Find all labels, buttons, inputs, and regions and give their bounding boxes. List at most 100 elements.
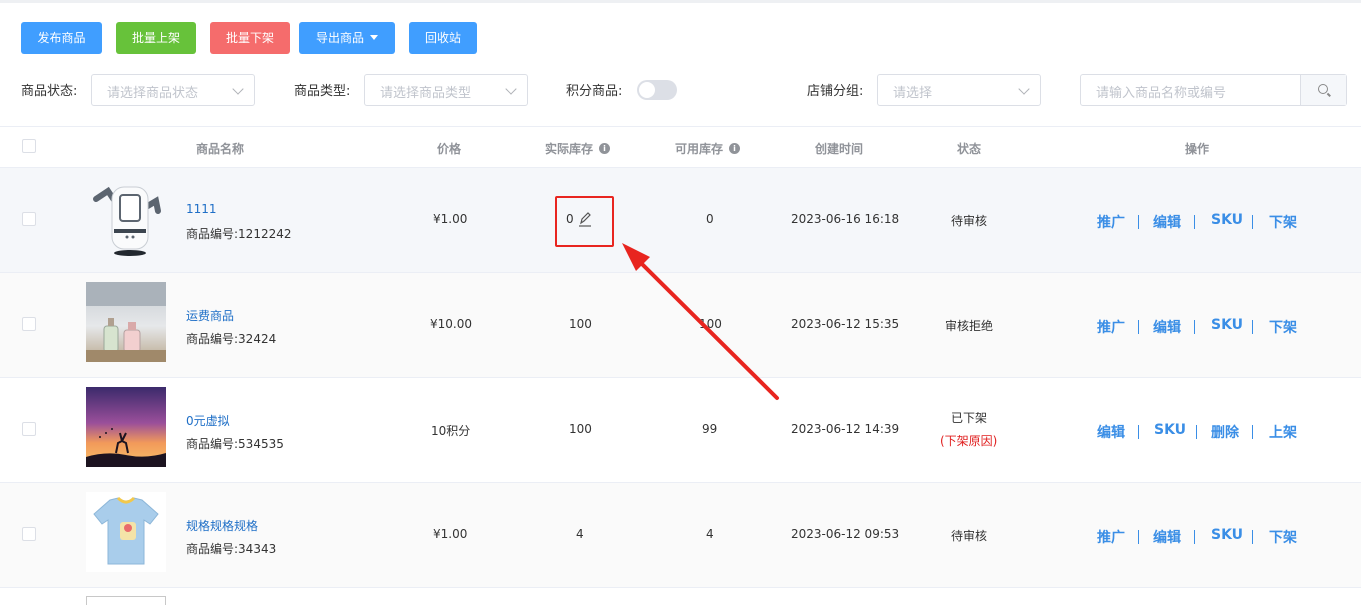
toggle-knob	[639, 82, 655, 98]
divider	[1196, 425, 1197, 439]
actual-stock-cell: 100	[569, 317, 592, 331]
group-filter-select[interactable]: 请选择	[877, 74, 1041, 106]
price-cell: ¥1.00	[433, 212, 468, 226]
header-actual-stock-label: 实际库存	[545, 142, 594, 156]
type-filter-placeholder: 请选择商品类型	[380, 86, 472, 101]
divider	[1252, 215, 1253, 229]
divider	[1194, 530, 1195, 544]
table-header: 商品名称 价格 实际库存 i 可用库存 i 创建时间 状态 操作	[0, 126, 1361, 168]
off-shelf-link[interactable]: 下架	[1269, 317, 1297, 337]
header-available-stock-label: 可用库存	[675, 142, 724, 156]
info-icon[interactable]: i	[729, 143, 741, 154]
product-image-tshirt	[86, 492, 166, 572]
created-time-cell: 2023-06-12 09:53	[791, 527, 900, 541]
product-name-link[interactable]: 运费商品	[186, 307, 234, 324]
available-stock-cell: 99	[702, 422, 718, 436]
off-shelf-link[interactable]: 下架	[1269, 212, 1297, 232]
batch-off-shelf-button[interactable]: 批量下架	[210, 22, 290, 54]
chevron-down-icon	[505, 83, 517, 95]
row-actions: 推广 编辑 SKU 下架	[1080, 317, 1320, 337]
publish-product-button[interactable]: 发布商品	[21, 22, 102, 54]
edit-link[interactable]: 编辑	[1153, 317, 1181, 337]
highlight-box	[555, 196, 614, 247]
promote-link[interactable]: 推广	[1097, 212, 1125, 232]
product-image-sunset	[86, 387, 166, 467]
divider	[1252, 425, 1253, 439]
row-actions: 推广 编辑 SKU 下架	[1080, 527, 1320, 547]
actual-stock-cell: 4	[576, 527, 584, 541]
table-row: 0元虚拟 商品编号:534535 10积分 100 99 2023-06-12 …	[0, 378, 1361, 483]
status-cell: 已下架	[951, 411, 988, 425]
edit-link[interactable]: 编辑	[1153, 212, 1181, 232]
divider	[1138, 320, 1139, 334]
table-row: 1111 商品编号:1212242 ¥1.00 0 0 2023-06-16 1…	[0, 168, 1361, 273]
points-filter-label: 积分商品:	[566, 84, 623, 99]
export-products-dropdown[interactable]: 导出商品	[299, 22, 395, 54]
price-cell: 10积分	[431, 424, 471, 438]
edit-link[interactable]: 编辑	[1097, 422, 1125, 442]
off-shelf-link[interactable]: 下架	[1269, 527, 1297, 547]
recycle-bin-button[interactable]: 回收站	[409, 22, 477, 54]
product-image-robot	[86, 177, 166, 257]
chevron-down-icon	[232, 83, 244, 95]
status-cell: 审核拒绝	[945, 319, 994, 333]
promote-link[interactable]: 推广	[1097, 317, 1125, 337]
row-checkbox[interactable]	[22, 422, 36, 436]
batch-on-shelf-button[interactable]: 批量上架	[116, 22, 196, 54]
header-available-stock: 可用库存 i	[675, 140, 741, 157]
table-row: 规格规格规格 商品编号:34343 ¥1.00 4 4 2023-06-12 0…	[0, 483, 1361, 588]
product-image-placeholder	[86, 596, 166, 605]
header-name: 商品名称	[196, 142, 245, 156]
header-actual-stock: 实际库存 i	[545, 140, 611, 157]
product-name-link[interactable]: 1111	[186, 202, 217, 216]
row-checkbox[interactable]	[22, 212, 36, 226]
type-filter-label: 商品类型:	[294, 84, 351, 99]
group-filter-placeholder: 请选择	[893, 86, 933, 101]
on-shelf-link[interactable]: 上架	[1269, 422, 1297, 442]
product-search: 请输入商品名称或编号	[1080, 74, 1347, 106]
edit-link[interactable]: 编辑	[1153, 527, 1181, 547]
divider	[1252, 320, 1253, 334]
price-cell: ¥1.00	[433, 527, 468, 541]
status-cell: 待审核	[951, 529, 988, 543]
select-all-checkbox[interactable]	[22, 139, 36, 153]
search-icon	[1318, 84, 1328, 94]
header-status: 状态	[957, 142, 982, 156]
sku-link[interactable]: SKU	[1154, 422, 1186, 438]
product-code: 商品编号:32424	[186, 332, 277, 346]
caret-down-icon	[370, 35, 378, 40]
promote-link[interactable]: 推广	[1097, 527, 1125, 547]
chevron-down-icon	[1018, 83, 1030, 95]
search-button[interactable]	[1300, 75, 1346, 105]
group-filter-label: 店铺分组:	[807, 84, 864, 99]
type-filter-select[interactable]: 请选择商品类型	[364, 74, 528, 106]
row-checkbox[interactable]	[22, 317, 36, 331]
sku-link[interactable]: SKU	[1211, 527, 1243, 543]
created-time-cell: 2023-06-12 14:39	[791, 422, 900, 436]
points-product-toggle[interactable]	[637, 80, 677, 100]
status-filter-select[interactable]: 请选择商品状态	[91, 74, 255, 106]
available-stock-cell: 4	[706, 527, 714, 541]
created-time-cell: 2023-06-16 16:18	[791, 212, 900, 226]
price-cell: ¥10.00	[430, 317, 472, 331]
search-input[interactable]: 请输入商品名称或编号	[1096, 82, 1226, 101]
status-cell: 待审核	[951, 214, 988, 228]
divider	[1194, 215, 1195, 229]
off-shelf-reason-link[interactable]: (下架原因)	[940, 432, 997, 449]
sku-link[interactable]: SKU	[1211, 317, 1243, 333]
available-stock-cell: 0	[706, 212, 714, 226]
delete-link[interactable]: 删除	[1211, 422, 1239, 442]
product-code: 商品编号:534535	[186, 437, 284, 451]
header-created: 创建时间	[815, 142, 864, 156]
row-checkbox[interactable]	[22, 527, 36, 541]
row-actions: 推广 编辑 SKU 下架	[1080, 212, 1320, 232]
divider	[1138, 530, 1139, 544]
product-image-perfume	[86, 282, 166, 362]
available-stock-cell: 100	[699, 317, 722, 331]
info-icon[interactable]: i	[599, 143, 611, 154]
product-name-link[interactable]: 0元虚拟	[186, 412, 230, 429]
table-row: 运费商品 商品编号:32424 ¥10.00 100 100 2023-06-1…	[0, 273, 1361, 378]
product-code: 商品编号:34343	[186, 542, 277, 556]
product-name-link[interactable]: 规格规格规格	[186, 517, 258, 534]
sku-link[interactable]: SKU	[1211, 212, 1243, 228]
